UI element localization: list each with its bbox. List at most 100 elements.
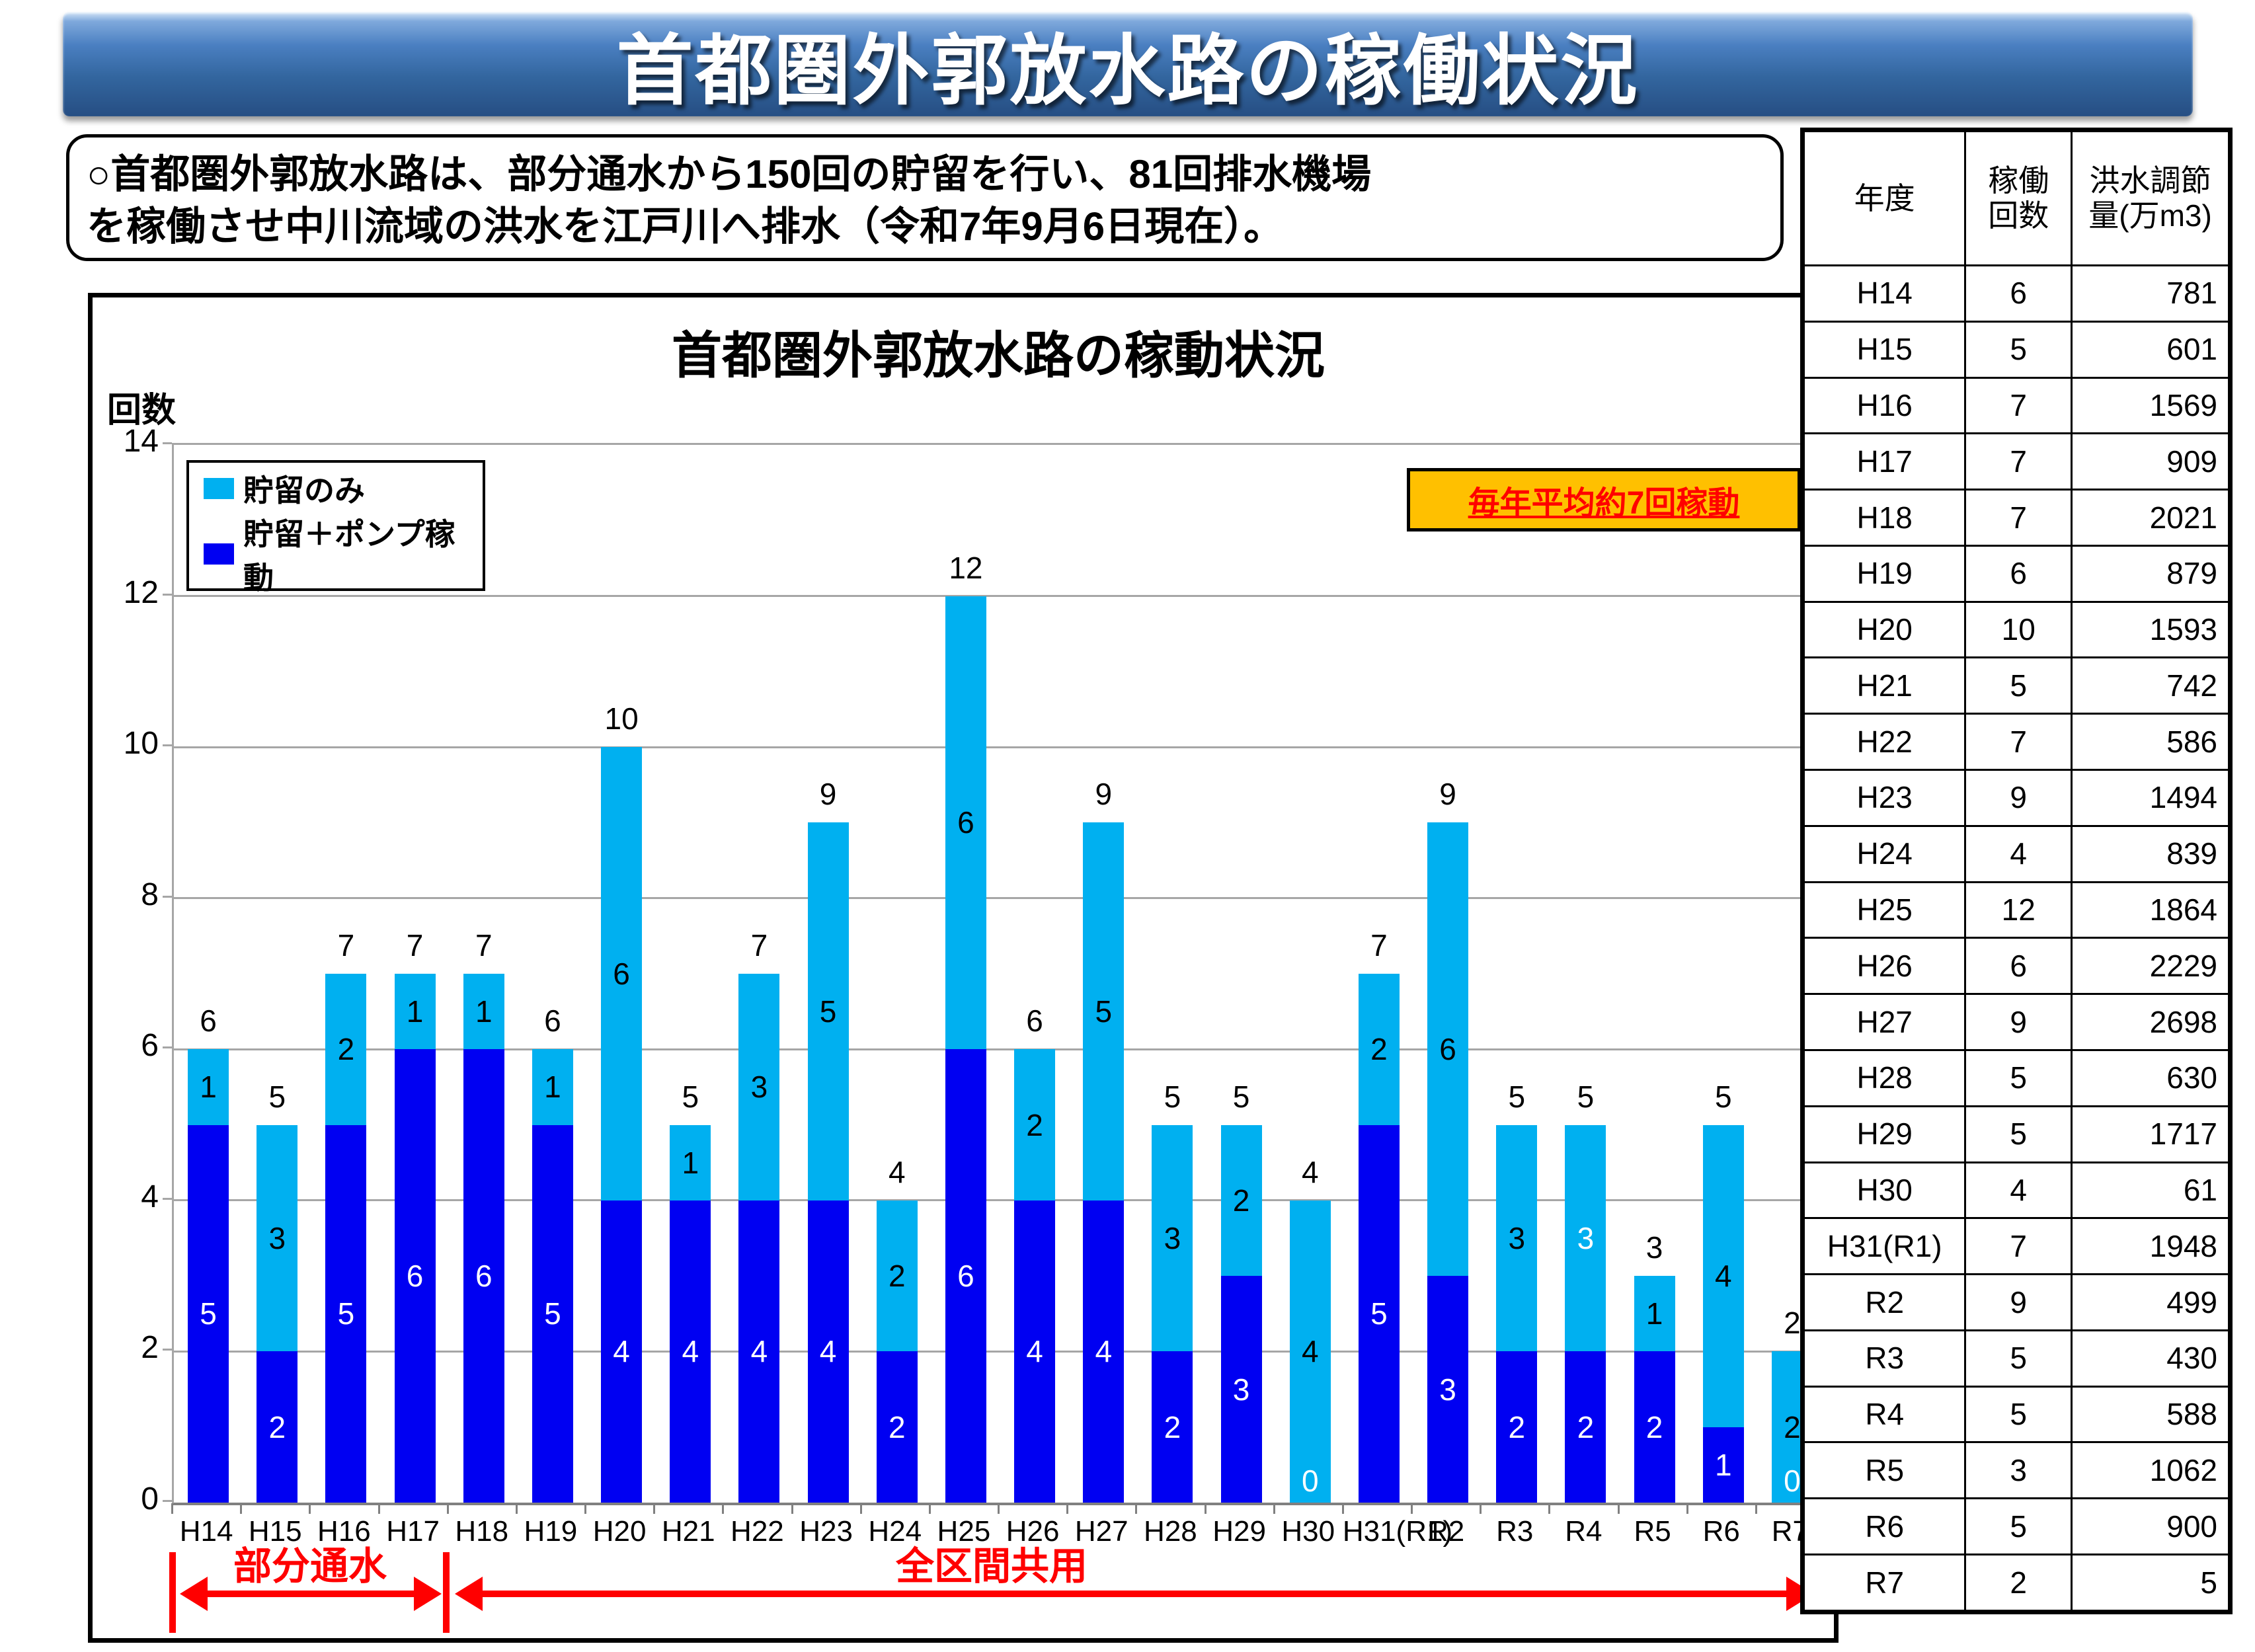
segment-label: 1 [407, 994, 424, 1029]
segment-storage-only: 6 [601, 747, 642, 1200]
table-row: R725 [1804, 1554, 2229, 1610]
x-axis-label: H31(R1) [1343, 1515, 1411, 1548]
legend-label-storage-pump: 貯留＋ポンプ稼動 [243, 510, 468, 598]
cell-volume: 430 [2072, 1330, 2229, 1386]
segment-storage-pump: 5 [1359, 1125, 1400, 1503]
header-year: 年度 [1804, 132, 1965, 266]
cell-count: 5 [1965, 321, 2072, 377]
bar-total-label: 9 [1095, 776, 1112, 812]
bar-column-R4: 325 [1551, 445, 1620, 1503]
y-tick-mark-left [163, 594, 172, 596]
segment-storage-pump: 4 [808, 1200, 849, 1503]
bar-total-label: 4 [1302, 1154, 1319, 1190]
cell-count: 3 [1965, 1442, 2072, 1499]
cell-count: 6 [1965, 938, 2072, 994]
cell-volume: 900 [2072, 1499, 2229, 1555]
segment-label: 4 [682, 1333, 699, 1369]
table-row: H177909 [1804, 434, 2229, 490]
segment-storage-only: 1 [670, 1125, 711, 1200]
legend-label-storage-only: 貯留のみ [243, 467, 365, 510]
segment-storage-only: 5 [808, 822, 849, 1200]
segment-storage-only: 3 [738, 974, 779, 1200]
cell-year: H14 [1804, 266, 1965, 322]
x-tick-mark [1411, 1503, 1413, 1514]
cell-volume: 1494 [2072, 770, 2229, 826]
cell-year: H20 [1804, 602, 1965, 658]
segment-label: 5 [200, 1296, 217, 1331]
y-tick-mark-left [163, 1500, 172, 1502]
cell-count: 5 [1965, 1386, 2072, 1442]
y-tick-label: 2 [93, 1329, 159, 1366]
bar-column-H20: 6 4 10 [587, 445, 656, 1503]
stacked-bar: 25 [325, 974, 366, 1503]
chart-legend: 貯留のみ 貯留＋ポンプ稼動 [186, 460, 485, 591]
segment-label: 2 [1026, 1107, 1043, 1143]
cell-year: R5 [1804, 1442, 1965, 1499]
cell-year: R2 [1804, 1275, 1965, 1331]
cell-year: H17 [1804, 434, 1965, 490]
bar-column-H29: 235 [1207, 445, 1276, 1503]
x-tick-mark [1480, 1503, 1482, 1514]
cell-count: 7 [1965, 434, 2072, 490]
segment-storage-only: 6 [1427, 822, 1468, 1276]
cell-volume: 1569 [2072, 377, 2229, 434]
cell-volume: 601 [2072, 321, 2229, 377]
cell-year: R6 [1804, 1499, 1965, 1555]
table-row: H20101593 [1804, 602, 2229, 658]
x-axis-label: H28 [1136, 1515, 1205, 1548]
x-tick-mark [1273, 1503, 1275, 1514]
table-row: H2951717 [1804, 1106, 2229, 1162]
bar-total-label: 9 [820, 776, 837, 812]
segment-label: 6 [1439, 1031, 1456, 1067]
table-header-row: 年度 稼働 回数 洪水調節 量(万m3) [1804, 132, 2229, 266]
cell-count: 5 [1965, 1050, 2072, 1106]
x-axis-label: R3 [1480, 1515, 1549, 1548]
bar-column-R5: 123 [1620, 445, 1689, 1503]
cell-count: 7 [1965, 490, 2072, 546]
title-banner: 首都圏外郭放水路の稼働状況 [63, 12, 2193, 116]
cell-volume: 1948 [2072, 1218, 2229, 1275]
cell-volume: 839 [2072, 826, 2229, 882]
segment-label: 6 [475, 1258, 493, 1294]
segment-label: 6 [957, 805, 974, 840]
bar-column-H17: 167 [381, 445, 450, 1503]
segment-label: 4 [613, 1333, 630, 1369]
segment-label: 3 [1164, 1220, 1181, 1256]
x-tick-mark [171, 1503, 173, 1514]
segment-label: 1 [475, 994, 493, 1029]
y-tick-label: 0 [93, 1481, 159, 1517]
stacked-bar: 32 [1496, 1125, 1537, 1503]
segment-label: 6 [613, 956, 630, 992]
bar-column-H27: 54 9 [1069, 445, 1138, 1503]
table-row: R35430 [1804, 1330, 2229, 1386]
segment-label: 6 [957, 1258, 974, 1294]
segment-zero-label: 0 [1784, 1463, 1801, 1499]
bar-total-label: 10 [604, 701, 638, 736]
segment-label: 2 [1370, 1031, 1388, 1067]
period-divider-middle [443, 1552, 450, 1633]
x-tick-mark [1066, 1503, 1068, 1514]
segment-storage-pump: 5 [532, 1125, 573, 1503]
segment-storage-only: 2 [1014, 1049, 1055, 1200]
cell-year: H28 [1804, 1050, 1965, 1106]
segment-storage-only: 3 [1152, 1125, 1193, 1352]
segment-label: 3 [1439, 1372, 1456, 1407]
segment-storage-pump: 6 [463, 1049, 504, 1503]
bar-total-label: 6 [1026, 1003, 1043, 1039]
chart-title: 首都圏外郭放水路の稼動状況 [172, 315, 1825, 387]
cell-year: H18 [1804, 490, 1965, 546]
segment-storage-pump: 2 [1152, 1351, 1193, 1503]
x-tick-mark [860, 1503, 862, 1514]
bar-total-label: 3 [1646, 1230, 1663, 1265]
bar-total-label: 7 [475, 927, 493, 963]
x-axis-label: R2 [1411, 1515, 1480, 1548]
x-axis-label: H21 [654, 1515, 723, 1548]
cell-count: 5 [1965, 658, 2072, 714]
cell-volume: 1593 [2072, 602, 2229, 658]
segment-storage-pump: 6 [395, 1049, 436, 1503]
segment-storage-pump: 4 [1083, 1200, 1124, 1503]
segment-label: 6 [407, 1258, 424, 1294]
segment-label: 3 [1508, 1220, 1525, 1256]
bar-total-label: 6 [544, 1003, 561, 1039]
segment-storage-only: 5 [1083, 822, 1124, 1200]
